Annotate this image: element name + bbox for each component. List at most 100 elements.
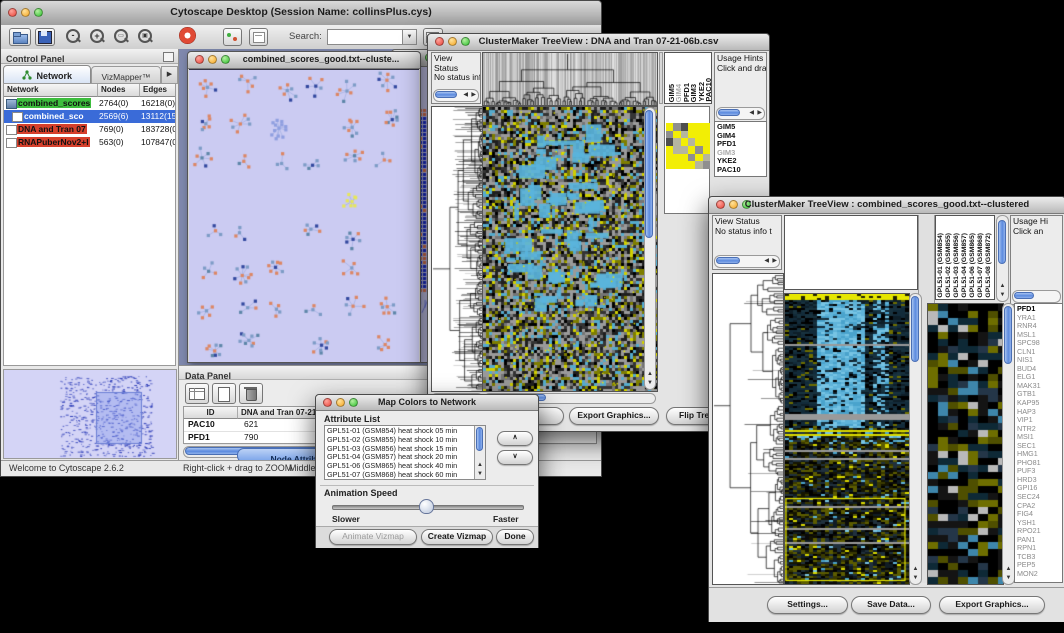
tv2-column-label[interactable]: GPL51-01 (GSM854) <box>937 233 944 298</box>
scroll-down-icon[interactable]: ▼ <box>910 574 921 583</box>
tv2-settings-button[interactable]: Settings... <box>767 596 848 614</box>
zoom-out-icon[interactable]: - <box>65 28 81 44</box>
scroll-down-icon[interactable]: ▼ <box>997 291 1008 300</box>
treeview1-titlebar[interactable]: ClusterMaker TreeView : DNA and Tran 07-… <box>428 34 769 51</box>
zoom-fit-icon[interactable]: ▭ <box>113 28 129 44</box>
tab-network[interactable]: Network <box>3 65 91 84</box>
tv2-usage-scrollbar[interactable] <box>1012 290 1061 303</box>
tv1-status-scrollbar[interactable]: ◀ ▶ <box>433 89 479 102</box>
tv2-column-label[interactable]: GPL51-08 (GSM872) <box>985 233 992 298</box>
cytoscape-titlebar[interactable]: Cytoscape Desktop (Session Name: collins… <box>1 1 601 26</box>
mini-heatmap-cell <box>695 138 702 146</box>
animate-vizmap-button[interactable]: Animate Vizmap <box>329 529 417 545</box>
tv1-row-dendrogram[interactable] <box>431 106 483 392</box>
minimize-icon[interactable] <box>208 55 217 64</box>
tv1-mini-heatmap[interactable] <box>666 123 710 169</box>
scroll-right-icon[interactable]: ▶ <box>772 257 777 266</box>
close-icon[interactable] <box>195 55 204 64</box>
search-input[interactable] <box>327 29 403 45</box>
mini-heatmap-cell <box>681 146 688 154</box>
tv2-save-data-button[interactable]: Save Data... <box>851 596 931 614</box>
network-view-window-1[interactable]: combined_scores_good.txt--cluste... <box>187 51 421 363</box>
col-header-nodes[interactable]: Nodes <box>98 84 140 97</box>
scroll-left-icon[interactable]: ◀ <box>764 257 769 266</box>
tv2-heatmap[interactable] <box>784 293 910 585</box>
slider-thumb[interactable] <box>419 499 434 514</box>
mini-heatmap-cell <box>666 131 673 139</box>
tv1-column-dendrogram[interactable] <box>482 52 658 106</box>
network-row[interactable]: combined_sco2569(6)13112(15) <box>4 110 176 123</box>
tv2-column-label[interactable]: GPL51-06 (GSM865) <box>969 233 976 298</box>
tv1-heatmap[interactable] <box>482 106 658 392</box>
node-editor-icon[interactable] <box>223 28 242 46</box>
scroll-up-icon[interactable]: ▲ <box>910 565 921 574</box>
mini-heatmap-cell <box>695 161 702 169</box>
gene-label[interactable]: MON2 <box>1017 570 1060 579</box>
tv2-column-dendrogram[interactable] <box>784 215 918 290</box>
done-button[interactable]: Done <box>496 529 534 545</box>
data-row-value: 790 <box>244 432 258 442</box>
attribute-list[interactable]: GPL51-01 (GSM854) heat shock 05 minGPL51… <box>324 425 486 480</box>
mini-heatmap-cell <box>695 154 702 162</box>
tv1-export-graphics-button[interactable]: Export Graphics... <box>569 407 659 425</box>
new-attribute-icon[interactable] <box>212 383 236 404</box>
network-canvas-1[interactable] <box>189 69 419 362</box>
tab-vizmapper[interactable]: VizMapper™ <box>91 66 161 84</box>
scroll-right-icon[interactable]: ▶ <box>757 109 762 118</box>
tv1-view-status: View Status No status info f ◀ ▶ <box>431 52 481 104</box>
tv1-usage-scrollbar[interactable]: ◀ ▶ <box>716 107 765 120</box>
tv2-collabel-vscroll[interactable]: ▲ ▼ <box>996 215 1009 302</box>
scroll-down-icon[interactable]: ▼ <box>475 470 485 479</box>
tv1-row-label[interactable]: PAC10 <box>717 166 764 175</box>
tv1-heatmap-vscroll[interactable]: ▲ ▼ <box>644 107 656 390</box>
network-row[interactable]: DNA and Tran 07769(0)183728(0) <box>4 123 176 136</box>
create-vizmap-button[interactable]: Create Vizmap <box>421 529 493 545</box>
mini-heatmap-cell <box>666 154 673 162</box>
network-row[interactable]: RNAPuberNov2+I563(0)107847(0) <box>4 136 176 149</box>
scroll-down-icon[interactable]: ▼ <box>645 379 655 388</box>
tv2-status-scrollbar[interactable]: ◀ ▶ <box>714 255 780 268</box>
attribute-list-vscroll[interactable]: ▲ ▼ <box>474 426 485 479</box>
tv2-heatmap-vscroll[interactable]: ▲ ▼ <box>909 293 922 585</box>
scroll-up-icon[interactable]: ▲ <box>645 370 655 379</box>
network-row[interactable]: combined_scores2764(0)16218(0) <box>4 97 176 110</box>
tv2-column-label[interactable]: GPL51-04 (GSM857) <box>961 233 968 298</box>
tv2-zoom-heatmap[interactable] <box>927 303 1004 585</box>
tv2-export-graphics-button[interactable]: Export Graphics... <box>939 596 1045 614</box>
select-attributes-icon[interactable] <box>185 383 209 404</box>
help-lifesaver-icon[interactable] <box>179 27 196 44</box>
move-down-button[interactable]: ∨ <box>497 450 533 465</box>
scroll-right-icon[interactable]: ▶ <box>471 91 476 100</box>
delete-attribute-icon[interactable] <box>239 383 263 404</box>
zoom-in-icon[interactable]: + <box>89 28 105 44</box>
mini-heatmap-cell <box>673 123 680 131</box>
open-session-icon[interactable] <box>9 28 31 46</box>
search-dropdown-button[interactable]: ▼ <box>402 29 417 45</box>
col-header-network[interactable]: Network <box>4 84 98 97</box>
zoom-selected-icon[interactable]: ▣ <box>137 28 153 44</box>
tv2-column-label[interactable]: GPL51-07 (GSM868) <box>977 233 984 298</box>
scroll-up-icon[interactable]: ▲ <box>475 461 485 470</box>
attribute-item[interactable]: GPL51-07 (GSM868) heat shock 60 min <box>327 471 475 480</box>
col-header-edges[interactable]: Edges <box>140 84 176 97</box>
move-up-button[interactable]: ∧ <box>497 431 533 446</box>
data-panel-title: Data Panel <box>185 371 231 381</box>
scroll-left-icon[interactable]: ◀ <box>749 109 754 118</box>
tv2-row-dendrogram[interactable] <box>712 273 784 585</box>
map-dialog-titlebar[interactable]: Map Colors to Network <box>316 395 538 411</box>
annotation-icon[interactable] <box>249 28 268 46</box>
tv2-column-label[interactable]: GPL51-02 (GSM855) <box>945 233 952 298</box>
tv1-column-label[interactable]: PAC10 <box>704 78 712 102</box>
scroll-up-icon[interactable]: ▲ <box>997 282 1008 291</box>
float-panel-icon[interactable] <box>163 52 174 62</box>
scroll-down-icon[interactable]: ▼ <box>1003 574 1014 583</box>
tab-overflow-button[interactable]: ▶ <box>161 66 178 84</box>
scroll-left-icon[interactable]: ◀ <box>463 91 468 100</box>
network-edges: 183728(0) <box>141 124 176 134</box>
save-session-icon[interactable] <box>35 28 55 46</box>
data-col-id[interactable]: ID <box>184 407 238 419</box>
tv2-column-label[interactable]: GPL51-03 (GSM856) <box>953 233 960 298</box>
network-overview[interactable] <box>3 369 177 459</box>
treeview2-titlebar[interactable]: ClusterMaker TreeView : combined_scores_… <box>709 197 1064 214</box>
scroll-up-icon[interactable]: ▲ <box>1003 565 1014 574</box>
